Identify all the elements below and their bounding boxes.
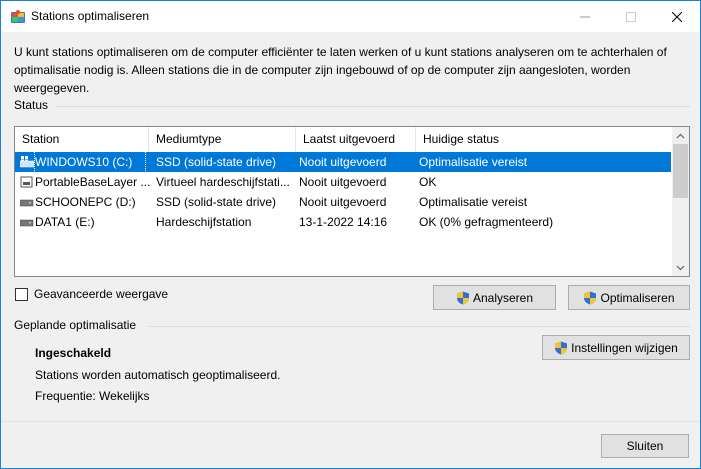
schedule-description: Stations worden automatisch geoptimalise… — [35, 368, 281, 382]
analyze-button[interactable]: Analyseren — [433, 285, 556, 310]
schedule-state: Ingeschakeld — [35, 346, 112, 360]
change-settings-button[interactable]: Instellingen wijzigen — [542, 335, 690, 360]
windows-drive-icon — [20, 156, 34, 168]
drive-icon — [20, 219, 34, 227]
drive-station: WINDOWS10 (C:) — [34, 151, 146, 173]
drive-row[interactable]: SCHOONEPC (D:) SSD (solid-state drive) N… — [15, 192, 671, 212]
drive-icon — [20, 199, 34, 207]
column-header-current-status[interactable]: Huidige status — [416, 127, 671, 152]
drive-status: OK (0% gefragmenteerd) — [419, 215, 554, 229]
close-icon — [672, 11, 682, 22]
footer-divider — [1, 421, 700, 422]
scroll-up-button[interactable] — [672, 127, 689, 144]
close-button[interactable] — [654, 1, 700, 32]
drive-media-type: Virtueel hardeschijfstati... — [156, 175, 290, 189]
close-dialog-button-label: Sluiten — [626, 439, 664, 453]
uac-shield-icon — [456, 291, 469, 304]
drive-row[interactable]: DATA1 (E:) Hardeschijfstation 13-1-2022 … — [15, 212, 671, 232]
drive-last-run: Nooit uitgevoerd — [299, 175, 387, 189]
optimize-drives-window: Stations optimaliseren U kunt stations o… — [0, 0, 701, 469]
advanced-view-option[interactable]: Geavanceerde weergave — [15, 287, 168, 301]
optimize-button[interactable]: Optimaliseren — [568, 285, 690, 310]
scroll-thumb[interactable] — [673, 144, 688, 198]
drive-last-run: Nooit uitgevoerd — [299, 155, 387, 169]
drives-list[interactable]: Station Mediumtype Laatst uitgevoerd Hui… — [14, 126, 690, 277]
close-dialog-button[interactable]: Sluiten — [601, 434, 689, 458]
drive-station: DATA1 (E:) — [35, 215, 95, 229]
drive-status: Optimalisatie vereist — [419, 155, 528, 169]
drive-media-type: Hardeschijfstation — [156, 215, 252, 229]
minimize-icon — [580, 16, 590, 17]
analyze-button-label: Analyseren — [472, 290, 534, 305]
column-header-last-run[interactable]: Laatst uitgevoerd — [296, 127, 416, 152]
drive-last-run: Nooit uitgevoerd — [299, 195, 387, 209]
drive-status: Optimalisatie vereist — [419, 195, 528, 209]
chevron-up-icon — [676, 133, 685, 138]
advanced-view-checkbox[interactable] — [15, 287, 28, 301]
drive-row[interactable]: PortableBaseLayer ... Virtueel hardeschi… — [15, 172, 671, 192]
drive-station: SCHOONEPC (D:) — [35, 195, 136, 209]
scroll-down-button[interactable] — [672, 259, 689, 276]
maximize-button[interactable] — [608, 1, 654, 32]
window-title: Stations optimaliseren — [31, 9, 150, 23]
scheduled-divider — [149, 326, 690, 327]
column-header-media-type[interactable]: Mediumtype — [149, 127, 296, 152]
drive-station: PortableBaseLayer ... — [35, 175, 151, 189]
column-header-station[interactable]: Station — [15, 127, 149, 152]
change-settings-button-label: Instellingen wijzigen — [571, 340, 678, 355]
uac-shield-icon — [555, 341, 568, 354]
status-divider — [56, 106, 690, 107]
advanced-view-label: Geavanceerde weergave — [34, 287, 169, 301]
schedule-frequency: Frequentie: Wekelijks — [35, 389, 150, 403]
virtual-drive-icon — [20, 176, 33, 188]
minimize-button[interactable] — [562, 1, 608, 32]
drive-media-type: SSD (solid-state drive) — [156, 155, 277, 169]
drives-list-scrollbar[interactable] — [672, 127, 689, 276]
defrag-app-icon — [11, 10, 25, 23]
title-bar[interactable]: Stations optimaliseren — [1, 1, 700, 32]
drive-status: OK — [419, 175, 437, 189]
drive-last-run: 13-1-2022 14:16 — [299, 215, 388, 229]
drive-row[interactable]: WINDOWS10 (C:) SSD (solid-state drive) N… — [15, 151, 671, 173]
maximize-icon — [626, 11, 636, 22]
status-section-label: Status — [14, 98, 49, 112]
drive-media-type: SSD (solid-state drive) — [156, 195, 277, 209]
scheduled-section-label: Geplande optimalisatie — [14, 318, 137, 332]
drives-list-header: Station Mediumtype Laatst uitgevoerd Hui… — [15, 127, 671, 152]
optimize-button-label: Optimaliseren — [600, 290, 675, 305]
uac-shield-icon — [584, 291, 597, 304]
chevron-down-icon — [676, 265, 685, 270]
intro-text: U kunt stations optimaliseren om de comp… — [14, 45, 667, 95]
